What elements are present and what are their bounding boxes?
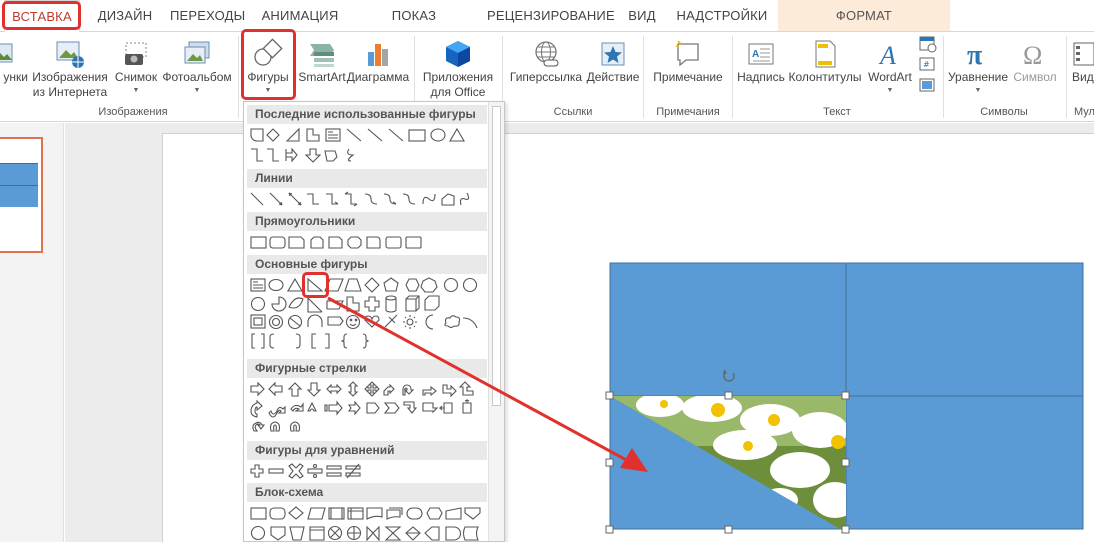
flowchart-grid[interactable] <box>249 505 489 542</box>
section-rectangles: Прямоугольники <box>247 212 487 231</box>
section-lines: Линии <box>247 169 487 188</box>
block-arrows-grid[interactable] <box>249 381 489 439</box>
lines-row[interactable] <box>249 191 489 209</box>
basic-shapes-grid[interactable] <box>249 277 489 357</box>
shapes-dropdown: Последние использованные фигуры Линии Пр… <box>243 101 505 542</box>
section-recent: Последние использованные фигуры <box>247 105 487 124</box>
recent-shapes-row[interactable] <box>249 127 489 167</box>
section-block-arrows: Фигурные стрелки <box>247 359 487 378</box>
section-flowchart: Блок-схема <box>247 483 487 502</box>
scrollbar-thumb[interactable] <box>492 106 501 406</box>
rectangles-row[interactable] <box>249 234 489 252</box>
section-equation-shapes: Фигуры для уравнений <box>247 441 487 460</box>
section-basic-shapes: Основные фигуры <box>247 255 487 274</box>
dropdown-scrollbar[interactable] <box>488 102 504 541</box>
equation-shapes-row[interactable] <box>249 463 489 481</box>
slide-objects <box>605 262 1084 534</box>
